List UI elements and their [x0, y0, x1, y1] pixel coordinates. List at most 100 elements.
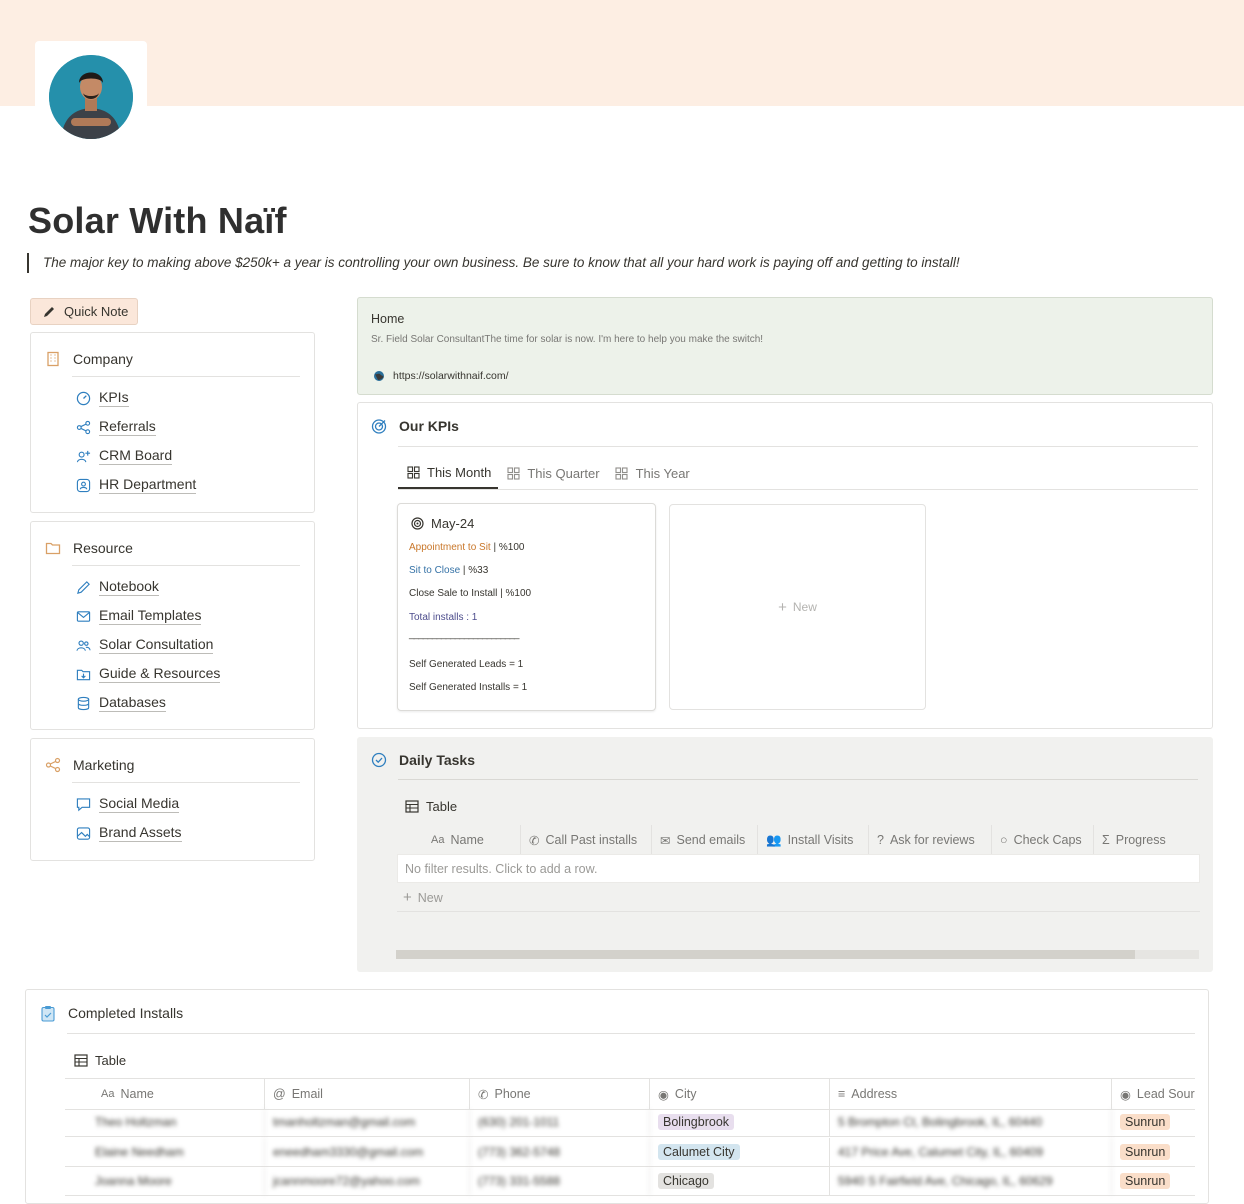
- column-lead-source[interactable]: ◉ Lead Sour: [1112, 1079, 1195, 1109]
- horizontal-scrollbar[interactable]: [396, 950, 1199, 959]
- quick-note-label: Quick Note: [64, 304, 129, 319]
- share-icon: [75, 419, 91, 435]
- tab-this-quarter[interactable]: This Quarter: [498, 458, 606, 489]
- cell-email[interactable]: jcannmoore72@yahoo.com: [265, 1167, 470, 1195]
- nav-item-kpis[interactable]: KPIs: [75, 389, 129, 407]
- tab-this-year[interactable]: This Year: [607, 458, 697, 489]
- sigma-icon: Σ: [1102, 833, 1110, 847]
- cell-email[interactable]: eneedham3330@gmail.com: [265, 1138, 470, 1166]
- nav-item-guide-resources[interactable]: Guide & Resources: [75, 665, 221, 683]
- cell-address[interactable]: 5 Brompton Ct, Bolingbrook, IL, 60440: [830, 1108, 1112, 1136]
- kpi-sit-to-close: Sit to Close | %33: [409, 565, 489, 576]
- column-check-caps[interactable]: ○ Check Caps: [992, 825, 1094, 855]
- cell-city[interactable]: Bolingbrook: [650, 1108, 830, 1136]
- nav-item-databases[interactable]: Databases: [75, 694, 166, 712]
- column-name[interactable]: Aa Name: [397, 825, 521, 855]
- lead-source-tag: Sunrun: [1120, 1144, 1171, 1160]
- kpis-heading: Our KPIs: [371, 418, 459, 434]
- cell-address[interactable]: 417 Price Ave, Calumet City, IL, 60409: [830, 1138, 1112, 1166]
- gauge-icon: [75, 390, 91, 406]
- user-plus-icon: [75, 448, 91, 464]
- page-icon[interactable]: [35, 41, 147, 153]
- company-card: Company KPIs Referrals CRM Board HR Depa…: [30, 332, 315, 513]
- cell-lead-source[interactable]: Sunrun: [1112, 1138, 1195, 1166]
- cell-name[interactable]: Elaine Needham: [65, 1138, 265, 1166]
- table-row[interactable]: Theo Holtzman tmanholtzman@gmail.com (63…: [65, 1108, 1195, 1137]
- cell-email[interactable]: tmanholtzman@gmail.com: [265, 1108, 470, 1136]
- empty-table-message[interactable]: No filter results. Click to add a row.: [397, 854, 1200, 883]
- kpi-card-title: May-24: [409, 515, 474, 531]
- scrollbar-thumb[interactable]: [396, 950, 1135, 959]
- nav-item-email-templates[interactable]: Email Templates: [75, 607, 202, 625]
- cell-address[interactable]: 5940 S Fairfield Ave, Chicago, IL, 60629: [830, 1167, 1112, 1195]
- question-icon: ?: [877, 833, 884, 847]
- nav-item-crm-board[interactable]: CRM Board: [75, 447, 173, 465]
- add-row-button[interactable]: + New: [397, 884, 1200, 912]
- nav-item-brand-assets[interactable]: Brand Assets: [75, 824, 182, 842]
- nav-item-notebook[interactable]: Notebook: [75, 578, 159, 596]
- divider: [72, 376, 300, 377]
- completed-installs-heading: Completed Installs: [40, 1005, 183, 1022]
- cell-lead-source[interactable]: Sunrun: [1112, 1167, 1195, 1195]
- bookmark-link[interactable]: https://solarwithnaif.com/: [371, 368, 509, 384]
- kpi-appointment-to-sit: Appointment to Sit | %100: [409, 542, 525, 553]
- text-type-icon: Aa: [431, 834, 445, 846]
- gallery-icon: [614, 466, 630, 482]
- city-tag: Bolingbrook: [658, 1114, 735, 1130]
- clipboard-icon: [40, 1005, 56, 1022]
- column-email[interactable]: @ Email: [265, 1079, 470, 1109]
- cell-city[interactable]: Chicago: [650, 1167, 830, 1195]
- city-tag: Chicago: [658, 1173, 714, 1189]
- cell-name[interactable]: Joanna Moore: [65, 1167, 265, 1195]
- kpi-view-tabs: This Month This Quarter This Year: [398, 458, 1198, 490]
- kpi-self-generated-leads: Self Generated Leads = 1: [409, 659, 524, 670]
- kpi-self-generated-installs: Self Generated Installs = 1: [409, 682, 528, 693]
- quick-note-button[interactable]: Quick Note: [30, 298, 138, 325]
- installs-table-header: Aa Name @ Email ✆ Phone ◉ City ≡ Address ◉ Lea…: [65, 1078, 1195, 1110]
- home-bookmark-card[interactable]: Home Sr. Field Solar ConsultantThe time …: [357, 297, 1213, 395]
- column-install-visits[interactable]: 👥 Install Visits: [758, 825, 869, 855]
- mail-icon: ✉: [660, 833, 671, 848]
- nav-item-solar-consultation[interactable]: Solar Consultation: [75, 636, 214, 654]
- nav-item-social-media[interactable]: Social Media: [75, 795, 180, 813]
- at-icon: @: [273, 1087, 286, 1101]
- people-icon: 👥: [766, 832, 782, 847]
- nav-item-hr-department[interactable]: HR Department: [75, 476, 197, 494]
- nav-item-referrals[interactable]: Referrals: [75, 418, 156, 436]
- cell-phone[interactable]: (773) 331-5588: [470, 1167, 650, 1195]
- company-heading: Company: [45, 351, 133, 367]
- folder-icon: [45, 540, 61, 556]
- pencil-icon: [41, 304, 57, 320]
- new-card-button[interactable]: + New: [669, 504, 926, 710]
- daily-tasks-heading: Daily Tasks: [371, 752, 475, 768]
- tab-this-month[interactable]: This Month: [398, 458, 499, 489]
- column-call-past-installs[interactable]: ✆ Call Past installs: [521, 825, 652, 855]
- cell-phone[interactable]: (630) 201-1011: [470, 1108, 650, 1136]
- target-icon: [371, 418, 387, 434]
- people-icon: [75, 637, 91, 653]
- column-send-emails[interactable]: ✉ Send emails: [652, 825, 758, 855]
- tasks-view-label[interactable]: Table: [404, 798, 457, 814]
- cell-phone[interactable]: (773) 362-5748: [470, 1138, 650, 1166]
- cell-name[interactable]: Theo Holtzman: [65, 1108, 265, 1136]
- page-title: Solar With Naïf: [28, 200, 287, 241]
- divider: [67, 1033, 1195, 1034]
- cell-city[interactable]: Calumet City: [650, 1138, 830, 1166]
- kpi-close-to-install: Close Sale to Install | %100: [409, 588, 532, 599]
- table-row[interactable]: Elaine Needham eneedham3330@gmail.com (7…: [65, 1138, 1195, 1167]
- resource-heading: Resource: [45, 540, 133, 556]
- divider: [72, 782, 300, 783]
- installs-view-label[interactable]: Table: [73, 1052, 126, 1068]
- database-icon: [75, 695, 91, 711]
- column-name[interactable]: Aa Name: [65, 1079, 265, 1109]
- cell-lead-source[interactable]: Sunrun: [1112, 1108, 1195, 1136]
- column-progress[interactable]: Σ Progress: [1094, 825, 1200, 855]
- column-phone[interactable]: ✆ Phone: [470, 1079, 650, 1109]
- kpi-gallery-card[interactable]: May-24 Appointment to Sit | %100 Sit to …: [397, 503, 656, 711]
- pen-icon: [75, 579, 91, 595]
- column-address[interactable]: ≡ Address: [830, 1079, 1112, 1109]
- table-row[interactable]: Joanna Moore jcannmoore72@yahoo.com (773…: [65, 1167, 1195, 1196]
- column-city[interactable]: ◉ City: [650, 1079, 830, 1109]
- select-icon: ◉: [1120, 1087, 1131, 1102]
- column-ask-for-reviews[interactable]: ? Ask for reviews: [869, 825, 992, 855]
